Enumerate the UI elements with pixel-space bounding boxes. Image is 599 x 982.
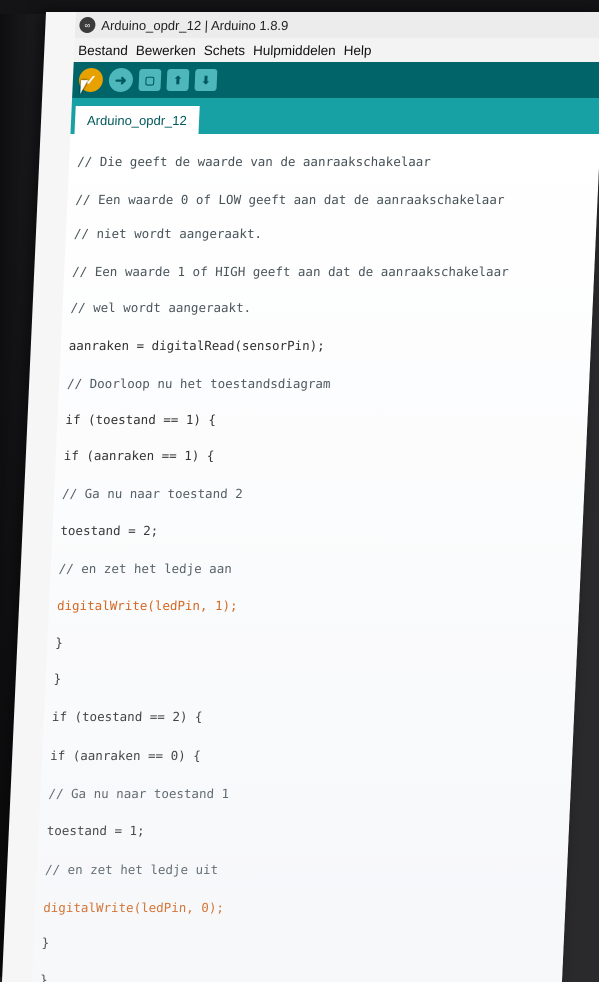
tab-bar: Arduino_opdr_12 <box>70 98 599 134</box>
code-line: aanraken = digitalRead(sensorPin); <box>68 338 326 353</box>
upload-button[interactable]: ➜ <box>108 68 134 92</box>
tab-arduino-opdr-12[interactable]: Arduino_opdr_12 <box>74 106 200 134</box>
code-line: // en zet het ledje aan <box>58 561 233 576</box>
code-line: // niet wordt aangeraakt. <box>73 226 263 241</box>
code-line: toestand = 2; <box>60 523 159 538</box>
photo-glare <box>31 134 599 982</box>
code-editor[interactable]: // Die geeft de waarde van de aanraaksch… <box>31 134 599 982</box>
code-line: if (aanraken == 0) { <box>49 748 202 763</box>
code-line: // Een waarde 1 of HIGH geeft aan dat de… <box>71 264 510 279</box>
menu-bestand[interactable]: Bestand <box>78 43 128 58</box>
new-icon: ▢ <box>144 74 156 87</box>
code-line: if (aanraken == 1) { <box>63 448 215 463</box>
open-button[interactable]: ⬆ <box>166 69 190 91</box>
code-line: } <box>53 671 62 686</box>
upload-icon: ➜ <box>114 71 128 88</box>
code-line: if (toestand == 1) { <box>65 412 217 427</box>
code-line: if (toestand == 2) { <box>51 709 203 724</box>
toolbar: ✓ ➜ ▢ ⬆ ⬇ <box>72 62 599 98</box>
new-button[interactable]: ▢ <box>138 69 162 91</box>
mouse-cursor-icon <box>80 80 88 94</box>
arduino-logo-icon: ∞ <box>79 17 96 33</box>
code-line: // Een waarde 0 of LOW geeft aan dat de … <box>75 192 505 207</box>
menu-bar: Bestand Bewerken Schets Hulpmiddelen Hel… <box>73 38 599 62</box>
code-line: // Ga nu naar toestand 2 <box>61 486 244 501</box>
code-line: } <box>55 635 64 650</box>
save-button[interactable]: ⬇ <box>194 69 218 91</box>
code-line: // Ga nu naar toestand 1 <box>48 786 230 801</box>
title-bar: ∞ Arduino_opdr_12 | Arduino 1.8.9 <box>74 12 599 38</box>
arduino-ide-window: ∞ Arduino_opdr_12 | Arduino 1.8.9 Bestan… <box>1 12 599 982</box>
open-icon: ⬆ <box>173 74 183 87</box>
code-line: digitalWrite(ledPin, 1); <box>56 598 239 613</box>
save-icon: ⬇ <box>201 74 211 87</box>
code-line: } <box>41 935 50 950</box>
window-title: Arduino_opdr_12 | Arduino 1.8.9 <box>101 17 289 33</box>
code-line: // Die geeft de waarde van de aanraaksch… <box>76 154 432 169</box>
code-line: } <box>39 972 48 982</box>
code-line: digitalWrite(ledPin, 0); <box>42 900 225 915</box>
code-line: // en zet het ledje uit <box>44 862 219 877</box>
code-line: // Doorloop nu het toestandsdiagram <box>66 376 331 391</box>
code-line: toestand = 1; <box>46 823 146 838</box>
menu-bewerken[interactable]: Bewerken <box>135 43 196 58</box>
menu-help[interactable]: Help <box>343 43 371 58</box>
menu-schets[interactable]: Schets <box>204 43 246 58</box>
code-line: // wel wordt aangeraakt. <box>70 300 252 315</box>
menu-hulpmiddelen[interactable]: Hulpmiddelen <box>253 43 336 58</box>
